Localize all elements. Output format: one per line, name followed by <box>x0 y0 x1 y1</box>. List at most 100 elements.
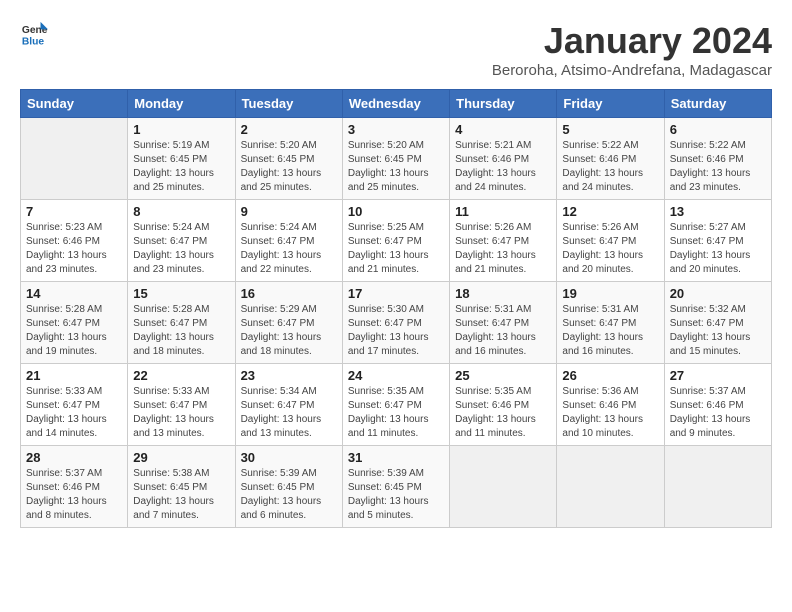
column-header-thursday: Thursday <box>450 90 557 118</box>
calendar-cell: 5 Sunrise: 5:22 AM Sunset: 6:46 PM Daylig… <box>557 118 664 200</box>
calendar-cell: 7 Sunrise: 5:23 AM Sunset: 6:46 PM Daylig… <box>21 200 128 282</box>
calendar-cell: 28 Sunrise: 5:37 AM Sunset: 6:46 PM Dayli… <box>21 446 128 528</box>
calendar-cell <box>450 446 557 528</box>
month-title: January 2024 <box>492 20 772 62</box>
calendar-cell: 9 Sunrise: 5:24 AM Sunset: 6:47 PM Daylig… <box>235 200 342 282</box>
calendar-cell: 13 Sunrise: 5:27 AM Sunset: 6:47 PM Dayli… <box>664 200 771 282</box>
calendar-cell: 3Sunrise: 5:20 AM Sunset: 6:45 PM Daylig… <box>342 118 449 200</box>
calendar-cell: 31 Sunrise: 5:39 AM Sunset: 6:45 PM Dayli… <box>342 446 449 528</box>
day-info: Sunrise: 5:37 AM Sunset: 6:46 PM Dayligh… <box>26 467 122 523</box>
logo-icon: General Blue <box>20 20 48 48</box>
calendar-week-row: 1 Sunrise: 5:19 AM Sunset: 6:45 PM Daylig… <box>21 118 772 200</box>
calendar-cell: 24 Sunrise: 5:35 AM Sunset: 6:47 PM Dayli… <box>342 364 449 446</box>
day-number: 10 <box>348 204 444 219</box>
day-number: 28 <box>26 450 122 465</box>
day-number: 18 <box>455 286 551 301</box>
day-info: Sunrise: 5:22 AM Sunset: 6:46 PM Dayligh… <box>670 139 766 195</box>
day-number: 3 <box>348 122 444 137</box>
calendar-cell: 14 Sunrise: 5:28 AM Sunset: 6:47 PM Dayli… <box>21 282 128 364</box>
day-info: Sunrise: 5:19 AM Sunset: 6:45 PM Dayligh… <box>133 139 229 195</box>
day-info: Sunrise: 5:26 AM Sunset: 6:47 PM Dayligh… <box>562 221 658 277</box>
day-number: 30 <box>241 450 337 465</box>
column-header-wednesday: Wednesday <box>342 90 449 118</box>
day-info: Sunrise: 5:33 AM Sunset: 6:47 PM Dayligh… <box>133 385 229 441</box>
day-number: 16 <box>241 286 337 301</box>
calendar-week-row: 28 Sunrise: 5:37 AM Sunset: 6:46 PM Dayli… <box>21 446 772 528</box>
day-number: 31 <box>348 450 444 465</box>
day-number: 6 <box>670 122 766 137</box>
day-info: Sunrise: 5:33 AM Sunset: 6:47 PM Dayligh… <box>26 385 122 441</box>
column-header-saturday: Saturday <box>664 90 771 118</box>
calendar-week-row: 14 Sunrise: 5:28 AM Sunset: 6:47 PM Dayli… <box>21 282 772 364</box>
day-number: 12 <box>562 204 658 219</box>
day-number: 15 <box>133 286 229 301</box>
day-number: 25 <box>455 368 551 383</box>
day-info: Sunrise: 5:35 AM Sunset: 6:47 PM Dayligh… <box>348 385 444 441</box>
calendar-week-row: 21 Sunrise: 5:33 AM Sunset: 6:47 PM Dayli… <box>21 364 772 446</box>
calendar-cell: 30 Sunrise: 5:39 AM Sunset: 6:45 PM Dayli… <box>235 446 342 528</box>
calendar-cell: 25 Sunrise: 5:35 AM Sunset: 6:46 PM Dayli… <box>450 364 557 446</box>
day-info: Sunrise: 5:37 AM Sunset: 6:46 PM Dayligh… <box>670 385 766 441</box>
day-info: Sunrise: 5:26 AM Sunset: 6:47 PM Dayligh… <box>455 221 551 277</box>
column-header-friday: Friday <box>557 90 664 118</box>
calendar-cell: 21 Sunrise: 5:33 AM Sunset: 6:47 PM Dayli… <box>21 364 128 446</box>
day-number: 19 <box>562 286 658 301</box>
calendar-cell: 27 Sunrise: 5:37 AM Sunset: 6:46 PM Dayli… <box>664 364 771 446</box>
day-info: Sunrise: 5:34 AM Sunset: 6:47 PM Dayligh… <box>241 385 337 441</box>
calendar-cell <box>664 446 771 528</box>
day-info: Sunrise: 5:31 AM Sunset: 6:47 PM Dayligh… <box>562 303 658 359</box>
calendar-cell: 16 Sunrise: 5:29 AM Sunset: 6:47 PM Dayli… <box>235 282 342 364</box>
calendar-cell: 6 Sunrise: 5:22 AM Sunset: 6:46 PM Daylig… <box>664 118 771 200</box>
day-number: 13 <box>670 204 766 219</box>
calendar-cell: 29Sunrise: 5:38 AM Sunset: 6:45 PM Dayli… <box>128 446 235 528</box>
day-number: 2 <box>241 122 337 137</box>
day-number: 11 <box>455 204 551 219</box>
calendar-cell <box>557 446 664 528</box>
day-number: 20 <box>670 286 766 301</box>
day-number: 14 <box>26 286 122 301</box>
day-info: Sunrise: 5:23 AM Sunset: 6:46 PM Dayligh… <box>26 221 122 277</box>
day-number: 8 <box>133 204 229 219</box>
day-number: 1 <box>133 122 229 137</box>
day-info: Sunrise: 5:25 AM Sunset: 6:47 PM Dayligh… <box>348 221 444 277</box>
calendar-cell: 18Sunrise: 5:31 AM Sunset: 6:47 PM Dayli… <box>450 282 557 364</box>
day-number: 27 <box>670 368 766 383</box>
calendar-cell: 17 Sunrise: 5:30 AM Sunset: 6:47 PM Dayli… <box>342 282 449 364</box>
day-info: Sunrise: 5:27 AM Sunset: 6:47 PM Dayligh… <box>670 221 766 277</box>
day-info: Sunrise: 5:35 AM Sunset: 6:46 PM Dayligh… <box>455 385 551 441</box>
day-number: 5 <box>562 122 658 137</box>
day-info: Sunrise: 5:29 AM Sunset: 6:47 PM Dayligh… <box>241 303 337 359</box>
column-header-monday: Monday <box>128 90 235 118</box>
day-info: Sunrise: 5:24 AM Sunset: 6:47 PM Dayligh… <box>133 221 229 277</box>
day-number: 22 <box>133 368 229 383</box>
calendar-cell: 1 Sunrise: 5:19 AM Sunset: 6:45 PM Daylig… <box>128 118 235 200</box>
column-header-sunday: Sunday <box>21 90 128 118</box>
page-header: General Blue January 2024 Beroroha, Atsi… <box>20 20 772 79</box>
day-number: 7 <box>26 204 122 219</box>
calendar-cell: 22 Sunrise: 5:33 AM Sunset: 6:47 PM Dayli… <box>128 364 235 446</box>
day-info: Sunrise: 5:24 AM Sunset: 6:47 PM Dayligh… <box>241 221 337 277</box>
day-number: 17 <box>348 286 444 301</box>
calendar-cell: 4Sunrise: 5:21 AM Sunset: 6:46 PM Daylig… <box>450 118 557 200</box>
day-number: 21 <box>26 368 122 383</box>
day-info: Sunrise: 5:39 AM Sunset: 6:45 PM Dayligh… <box>348 467 444 523</box>
day-info: Sunrise: 5:38 AM Sunset: 6:45 PM Dayligh… <box>133 467 229 523</box>
calendar-cell: 10 Sunrise: 5:25 AM Sunset: 6:47 PM Dayli… <box>342 200 449 282</box>
day-info: Sunrise: 5:28 AM Sunset: 6:47 PM Dayligh… <box>133 303 229 359</box>
calendar-cell: 26 Sunrise: 5:36 AM Sunset: 6:46 PM Dayli… <box>557 364 664 446</box>
calendar-cell: 11 Sunrise: 5:26 AM Sunset: 6:47 PM Dayli… <box>450 200 557 282</box>
svg-text:Blue: Blue <box>22 36 45 47</box>
day-info: Sunrise: 5:28 AM Sunset: 6:47 PM Dayligh… <box>26 303 122 359</box>
column-header-tuesday: Tuesday <box>235 90 342 118</box>
day-number: 9 <box>241 204 337 219</box>
day-number: 26 <box>562 368 658 383</box>
day-info: Sunrise: 5:20 AM Sunset: 6:45 PM Dayligh… <box>241 139 337 195</box>
day-info: Sunrise: 5:39 AM Sunset: 6:45 PM Dayligh… <box>241 467 337 523</box>
calendar-cell: 12 Sunrise: 5:26 AM Sunset: 6:47 PM Dayli… <box>557 200 664 282</box>
day-number: 24 <box>348 368 444 383</box>
day-info: Sunrise: 5:30 AM Sunset: 6:47 PM Dayligh… <box>348 303 444 359</box>
calendar-cell: 8 Sunrise: 5:24 AM Sunset: 6:47 PM Daylig… <box>128 200 235 282</box>
day-info: Sunrise: 5:36 AM Sunset: 6:46 PM Dayligh… <box>562 385 658 441</box>
calendar-cell: 2 Sunrise: 5:20 AM Sunset: 6:45 PM Daylig… <box>235 118 342 200</box>
day-info: Sunrise: 5:22 AM Sunset: 6:46 PM Dayligh… <box>562 139 658 195</box>
